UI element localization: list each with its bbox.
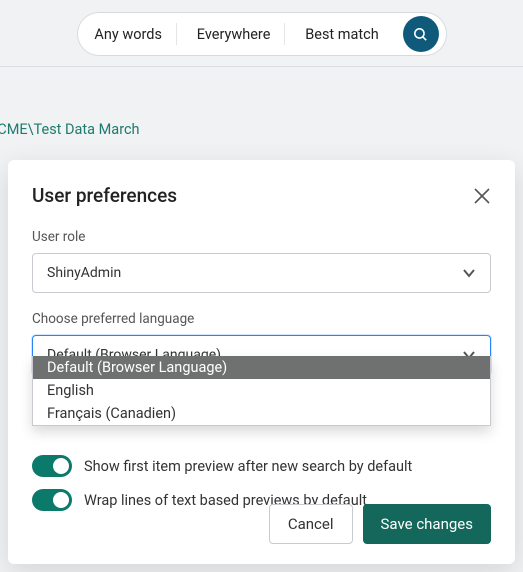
user-role-value: ShinyAdmin [47,265,121,281]
language-option[interactable]: Default (Browser Language) [33,356,490,379]
show-preview-label: Show first item preview after new search… [84,458,412,475]
show-preview-toggle[interactable] [32,455,72,477]
search-scope-filter[interactable]: Everywhere [183,23,286,45]
preferences-modal: User preferences User role ShinyAdmin Ch… [8,160,515,564]
save-button[interactable]: Save changes [363,504,491,544]
chevron-down-icon [462,266,476,280]
language-label: Choose preferred language [32,311,491,327]
close-button[interactable] [473,187,491,205]
search-bar: Any words Everywhere Best match [77,12,447,56]
language-option[interactable]: English [33,379,490,402]
breadcrumb[interactable]: ents\ACME\Test Data March [0,67,523,138]
user-role-select[interactable]: ShinyAdmin [32,253,491,293]
cancel-button[interactable]: Cancel [269,504,353,544]
language-option[interactable]: Français (Canadien) [33,402,490,425]
wrap-lines-toggle[interactable] [32,489,72,511]
search-icon [412,26,429,43]
search-button[interactable] [403,16,439,52]
close-icon [473,187,491,205]
language-dropdown: Default (Browser Language) English Franç… [32,356,491,426]
search-match-filter[interactable]: Best match [291,23,392,45]
search-words-filter[interactable]: Any words [80,23,177,45]
user-role-label: User role [32,229,491,245]
modal-title: User preferences [32,184,177,207]
